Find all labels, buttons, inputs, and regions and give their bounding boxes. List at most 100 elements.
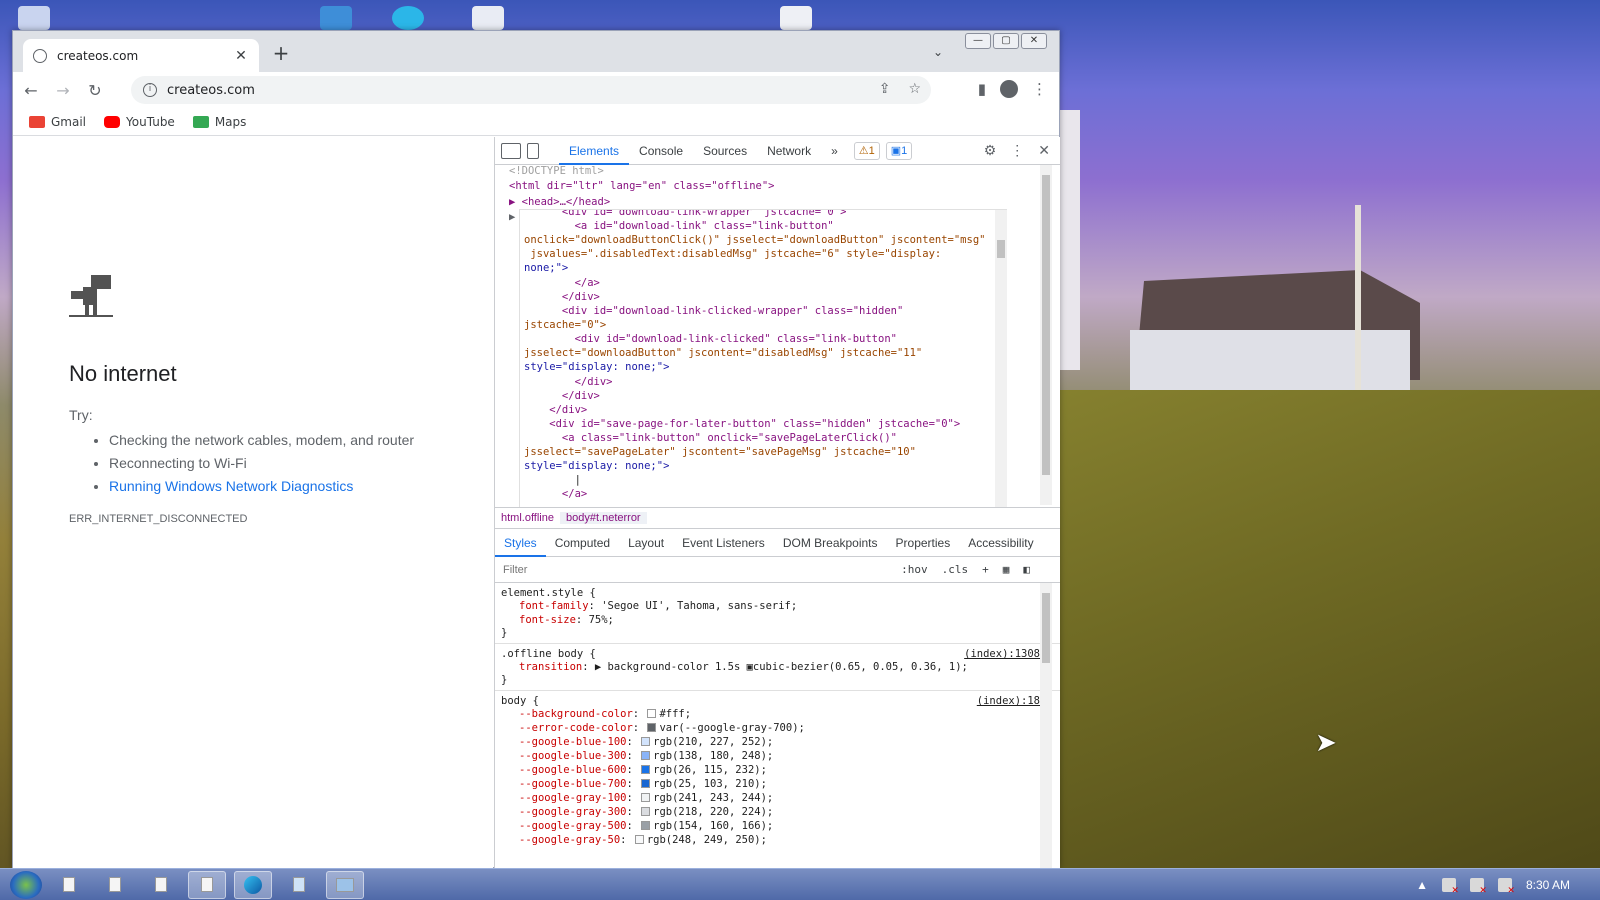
tab-createos[interactable]: createos.com ✕ [23,39,259,72]
tab-properties[interactable]: Properties [887,529,960,557]
tab-sources[interactable]: Sources [693,137,757,165]
desktop-icon-document[interactable] [472,6,504,30]
rule-source-link[interactable]: (index):1308 [964,648,1040,660]
new-tab-button[interactable]: + [269,41,293,65]
bookmark-maps[interactable]: Maps [192,115,246,129]
close-icon[interactable]: ✕ [233,48,249,64]
tab-accessibility[interactable]: Accessibility [959,529,1042,557]
url-text[interactable]: createos.com [167,83,255,98]
address-bar[interactable]: i createos.com ⇪ ☆ [131,76,931,104]
warning-badge[interactable]: ⚠1 [853,141,880,160]
head-node[interactable]: ▶ <head>…</head> [509,196,610,208]
dom-line[interactable]: jsselect="savePageLater" jscontent="save… [524,446,916,458]
css-property[interactable]: --google-blue-600: rgb(26, 115, 232); [501,763,1054,777]
dom-line[interactable]: </div> [524,376,613,388]
html-node[interactable]: <html dir="ltr" lang="en" class="offline… [509,180,775,192]
desktop-icon-app[interactable] [320,6,352,30]
css-property[interactable]: --google-gray-50: rgb(248, 249, 250); [501,833,1054,847]
taskbar-item-file[interactable] [142,871,180,899]
paint-icon[interactable]: ▦ [1003,563,1010,576]
minimize-button[interactable]: — [965,33,991,49]
css-property[interactable]: --google-gray-100: rgb(241, 243, 244); [501,791,1054,805]
close-window-button[interactable]: ✕ [1021,33,1047,49]
dom-line[interactable]: <div id="download-link-clicked" class="l… [524,333,897,345]
message-badge[interactable]: ▣1 [885,141,913,160]
css-property[interactable]: font-family: 'Segoe UI', Tahoma, sans-se… [501,599,1054,613]
hover-state-button[interactable]: :hov [901,563,928,576]
dinosaur-icon[interactable] [69,275,113,317]
kebab-menu-icon[interactable]: ⋮ [1010,142,1024,159]
profile-avatar[interactable] [1000,80,1018,98]
dom-line[interactable]: style="display: none;"> [524,460,669,472]
tab-computed[interactable]: Computed [546,529,619,557]
dom-line[interactable]: jsselect="downloadButton" jscontent="dis… [524,347,922,359]
dom-line[interactable]: jstcache="0"> [524,319,606,331]
css-property[interactable]: --google-gray-500: rgb(154, 160, 166); [501,819,1054,833]
close-devtools-icon[interactable]: ✕ [1038,142,1050,159]
bookmark-youtube[interactable]: YouTube [104,115,175,129]
star-icon[interactable]: ☆ [908,81,921,97]
desktop-icon-file[interactable] [780,6,812,30]
tab-network[interactable]: Network [757,137,821,165]
scroll-thumb[interactable] [997,240,1005,258]
menu-icon[interactable]: ⋮ [1032,80,1047,98]
back-button[interactable]: ← [17,76,45,104]
css-property[interactable]: transition: ▶ background-color 1.5s ▣cub… [501,660,1054,674]
crumb-body[interactable]: body#t.neterror [560,512,647,524]
dom-line[interactable]: </a> [524,277,600,289]
share-icon[interactable]: ⇪ [879,81,891,97]
network-error-icon[interactable] [1441,877,1459,896]
dom-line[interactable]: jsvalues=".disabledText:disabledMsg" jst… [524,248,941,260]
css-property[interactable]: --error-code-color: var(--google-gray-70… [501,721,1054,735]
tab-layout[interactable]: Layout [619,529,673,557]
dom-line[interactable]: <div id="download-link-wrapper" jstcache… [524,210,846,218]
diagnostics-link[interactable]: Running Windows Network Diagnostics [109,478,353,494]
taskbar-item-file[interactable] [50,871,88,899]
dom-line[interactable]: </div> [524,390,600,402]
chevron-down-icon[interactable]: ⌄ [933,45,943,59]
taskbar-item-app[interactable] [326,870,364,899]
css-property[interactable]: --background-color: #fff; [501,707,1054,721]
css-property[interactable]: --google-blue-700: rgb(25, 103, 210); [501,777,1054,791]
dom-line[interactable]: none;"> [524,262,568,274]
tab-event-listeners[interactable]: Event Listeners [673,529,774,557]
css-property[interactable]: --google-blue-100: rgb(210, 227, 252); [501,735,1054,749]
rule-selector[interactable]: body { [501,695,1054,707]
tab-console[interactable]: Console [629,137,693,165]
gear-icon[interactable]: ⚙ [984,142,997,159]
side-panel-icon[interactable]: ▮ [978,80,986,98]
css-property[interactable]: --google-gray-300: rgb(218, 220, 224); [501,805,1054,819]
body-expander[interactable]: ▶ [509,211,515,223]
inspect-icon[interactable] [501,142,521,159]
dom-line[interactable]: <div id="download-link-clicked-wrapper" … [524,305,903,317]
action-center-icon[interactable] [1469,877,1487,896]
device-toggle-icon[interactable] [527,142,539,159]
bookmark-gmail[interactable]: Gmail [29,115,86,129]
class-toggle-button[interactable]: .cls [942,563,969,576]
dom-line[interactable]: style="display: none;"> [524,361,669,373]
taskbar-item-file[interactable] [96,871,134,899]
rule-source-link[interactable]: (index):18 [977,695,1040,707]
new-rule-button[interactable]: + [982,563,989,576]
css-property[interactable]: --google-blue-300: rgb(138, 180, 248); [501,749,1054,763]
scroll-thumb[interactable] [1042,593,1050,663]
dom-line[interactable]: <a class="link-button" onclick="savePage… [524,432,897,444]
filter-input[interactable] [501,559,861,580]
inner-scrollbar[interactable] [995,210,1007,507]
dom-line[interactable]: <a id="download-link" class="link-button… [524,220,834,232]
dom-line[interactable]: onclick="downloadButtonClick()" jsselect… [524,234,985,246]
rule-selector[interactable]: element.style { [501,587,1054,599]
forward-button[interactable]: → [49,76,77,104]
taskbar-item-edge[interactable] [234,870,272,899]
elements-scrollbar[interactable] [1040,165,1052,505]
clock[interactable]: 8:30 AM [1526,878,1570,892]
volume-muted-icon[interactable] [1497,877,1515,896]
maximize-button[interactable]: ▢ [993,33,1019,49]
dom-line[interactable]: <div id="save-page-for-later-button" cla… [524,418,960,430]
info-icon[interactable]: i [143,83,157,97]
crumb-html[interactable]: html.offline [495,512,560,524]
desktop-icon-computer[interactable] [18,6,50,30]
desktop-icon-edge[interactable] [392,6,424,30]
taskbar-item-notepad[interactable] [280,871,318,899]
tab-dom-breakpoints[interactable]: DOM Breakpoints [774,529,887,557]
